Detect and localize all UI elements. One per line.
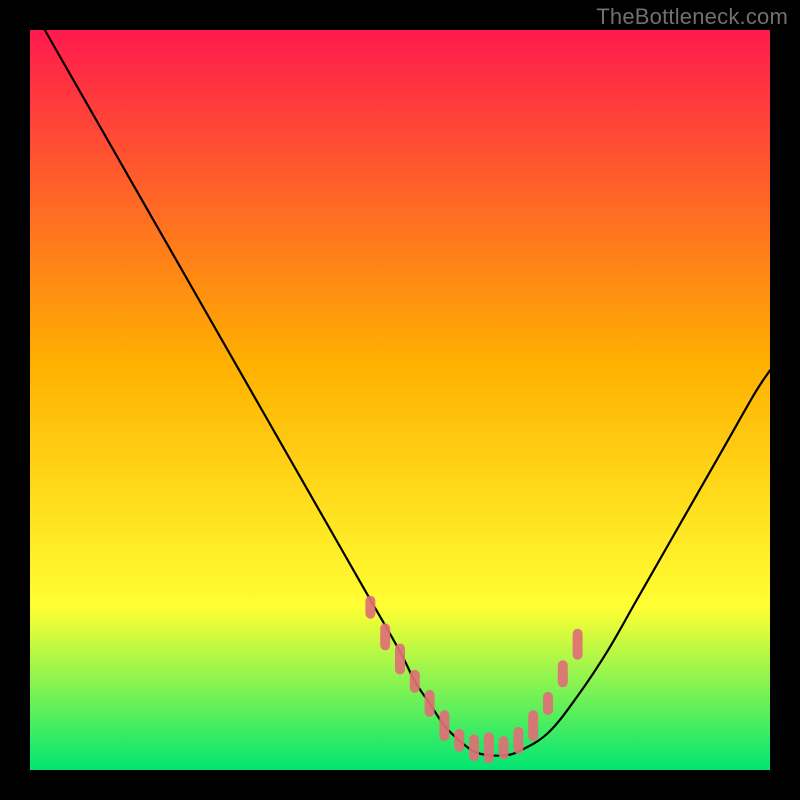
marker: [544, 692, 553, 714]
marker: [514, 727, 523, 753]
marker: [425, 690, 434, 716]
marker: [455, 729, 464, 751]
chart-container: TheBottleneck.com: [0, 0, 800, 800]
marker: [499, 737, 508, 759]
marker: [396, 644, 405, 674]
chart-svg: [30, 30, 770, 770]
plot-area: [30, 30, 770, 770]
marker: [558, 661, 567, 687]
marker: [366, 596, 375, 618]
marker: [529, 711, 538, 741]
marker: [410, 670, 419, 692]
marker: [440, 711, 449, 741]
marker: [484, 733, 493, 763]
watermark-text: TheBottleneck.com: [596, 4, 788, 30]
marker: [470, 735, 479, 761]
marker: [381, 624, 390, 650]
marker: [573, 629, 582, 659]
